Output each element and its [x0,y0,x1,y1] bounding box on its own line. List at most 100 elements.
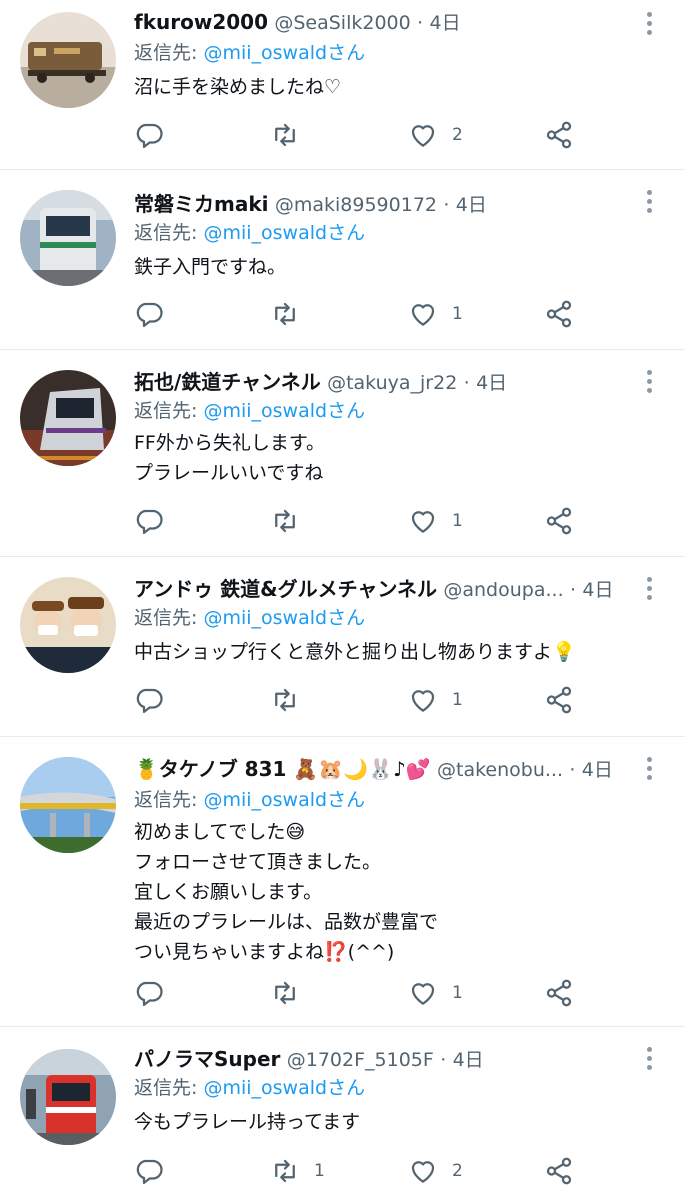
timestamp[interactable]: 4日 [476,372,507,394]
avatar[interactable] [20,12,116,108]
display-name[interactable]: fkurow2000 [134,10,268,34]
tweet[interactable]: fkurow2000 @SeaSilk2000 · 4日 返信先: @mii_o… [0,0,685,170]
user-handle[interactable]: @takuya_jr22 [327,372,457,394]
display-name[interactable]: パノラマSuper [134,1047,280,1071]
like-count: 1 [452,690,463,710]
tweet[interactable]: 🍍タケノブ 831 🧸🐹🌙🐰♪💕 @takenobu... · 4日 返信先: … [0,737,685,1027]
more-options-icon[interactable] [637,577,661,605]
action-bar: 1 2 [134,1151,594,1191]
retweet-button[interactable] [270,973,314,1013]
like-button[interactable]: 2 [408,115,463,155]
retweet-button[interactable] [270,115,314,155]
tweet-header: パノラマSuper @1702F_5105F · 4日 [134,1043,633,1075]
share-button[interactable] [544,294,574,334]
like-count: 2 [452,1161,463,1181]
reply-button[interactable] [134,501,178,541]
display-name[interactable]: 🍍タケノブ 831 🧸🐹🌙🐰♪💕 [134,757,431,781]
share-icon [546,1157,572,1185]
heart-icon [411,511,435,533]
avatar[interactable] [20,370,116,466]
retweet-button[interactable] [270,294,314,334]
retweet-icon [275,688,295,712]
reply-to-line: 返信先: @mii_oswaldさん [134,603,365,633]
tweet-text-line: フォローさせて頂きました。 [134,851,382,873]
user-handle[interactable]: @takenobu... [437,759,563,781]
more-options-icon[interactable] [637,190,661,218]
reply-button[interactable] [134,115,178,155]
timestamp[interactable]: 4日 [582,579,613,601]
tweet[interactable]: パノラマSuper @1702F_5105F · 4日 返信先: @mii_os… [0,1027,685,1200]
like-button[interactable]: 2 [408,1151,463,1191]
like-button[interactable]: 1 [408,680,463,720]
share-button[interactable] [544,680,574,720]
separator-dot: · [569,759,576,781]
user-handle[interactable]: @andoupa... [443,579,563,601]
share-icon [546,686,572,714]
retweet-button[interactable] [270,501,314,541]
reply-button[interactable] [134,680,178,720]
reply-to-line: 返信先: @mii_oswaldさん [134,396,365,426]
reply-to-user-link[interactable]: @mii_oswaldさん [203,400,365,422]
tweet-text: 今もプラレール持ってます [134,1107,655,1137]
tweet-text-line: プラレールいいですね [134,462,324,484]
tweet-text: 中古ショップ行くと意外と掘り出し物ありますよ💡 [134,637,655,667]
user-handle[interactable]: @maki89590172 [275,194,437,216]
reply-button[interactable] [134,294,178,334]
reply-to-user-link[interactable]: @mii_oswaldさん [203,1077,365,1099]
like-button[interactable]: 1 [408,294,463,334]
retweet-button[interactable]: 1 [270,1151,325,1191]
tweet-header: アンドゥ 鉄道&グルメチャンネル @andoupa... · 4日 [134,573,633,605]
separator-dot: · [463,372,470,394]
reply-to-user-link[interactable]: @mii_oswaldさん [203,42,365,64]
reply-to-user-link[interactable]: @mii_oswaldさん [203,607,365,629]
share-icon [546,300,572,328]
reply-icon [136,509,163,534]
like-button[interactable]: 1 [408,501,463,541]
more-options-icon[interactable] [637,757,661,785]
share-icon [546,979,572,1007]
user-handle[interactable]: @SeaSilk2000 [274,12,410,34]
more-options-icon[interactable] [637,12,661,40]
avatar[interactable] [20,577,116,673]
retweet-button[interactable] [270,680,314,720]
share-button[interactable] [544,501,574,541]
timestamp[interactable]: 4日 [582,759,613,781]
separator-dot: · [569,579,577,601]
heart-icon [411,983,435,1005]
timestamp[interactable]: 4日 [429,12,460,34]
like-count: 1 [452,511,463,531]
action-bar: 2 [134,115,594,155]
avatar[interactable] [20,190,116,286]
reply-to-user-link[interactable]: @mii_oswaldさん [203,789,365,811]
share-button[interactable] [544,115,574,155]
reply-to-label: 返信先: [134,789,204,811]
tweet[interactable]: アンドゥ 鉄道&グルメチャンネル @andoupa... · 4日 返信先: @… [0,557,685,737]
separator-dot: · [440,1049,447,1071]
retweet-icon [275,123,295,147]
heart-icon [411,304,435,326]
reply-button[interactable] [134,1151,178,1191]
reply-button[interactable] [134,973,178,1013]
reply-to-label: 返信先: [134,400,204,422]
timestamp[interactable]: 4日 [453,1049,484,1071]
share-button[interactable] [544,1151,574,1191]
tweet[interactable]: 拓也/鉄道チャンネル @takuya_jr22 · 4日 返信先: @mii_o… [0,350,685,557]
reply-to-user-link[interactable]: @mii_oswaldさん [203,222,365,244]
reply-icon [136,688,163,713]
retweet-icon [275,302,295,326]
retweet-icon [275,1159,295,1183]
avatar[interactable] [20,757,116,853]
more-options-icon[interactable] [637,370,661,398]
like-count: 1 [452,983,463,1003]
display-name[interactable]: 常磐ミカmaki [134,192,269,216]
avatar[interactable] [20,1049,116,1145]
tweet-text-line: 最近のプラレールは、品数が豊富で [134,911,439,933]
display-name[interactable]: アンドゥ 鉄道&グルメチャンネル [134,577,437,601]
user-handle[interactable]: @1702F_5105F [287,1049,434,1071]
timestamp[interactable]: 4日 [456,194,487,216]
share-button[interactable] [544,973,574,1013]
like-button[interactable]: 1 [408,973,463,1013]
display-name[interactable]: 拓也/鉄道チャンネル [134,370,321,394]
tweet[interactable]: 常磐ミカmaki @maki89590172 · 4日 返信先: @mii_os… [0,170,685,350]
more-options-icon[interactable] [637,1047,661,1075]
